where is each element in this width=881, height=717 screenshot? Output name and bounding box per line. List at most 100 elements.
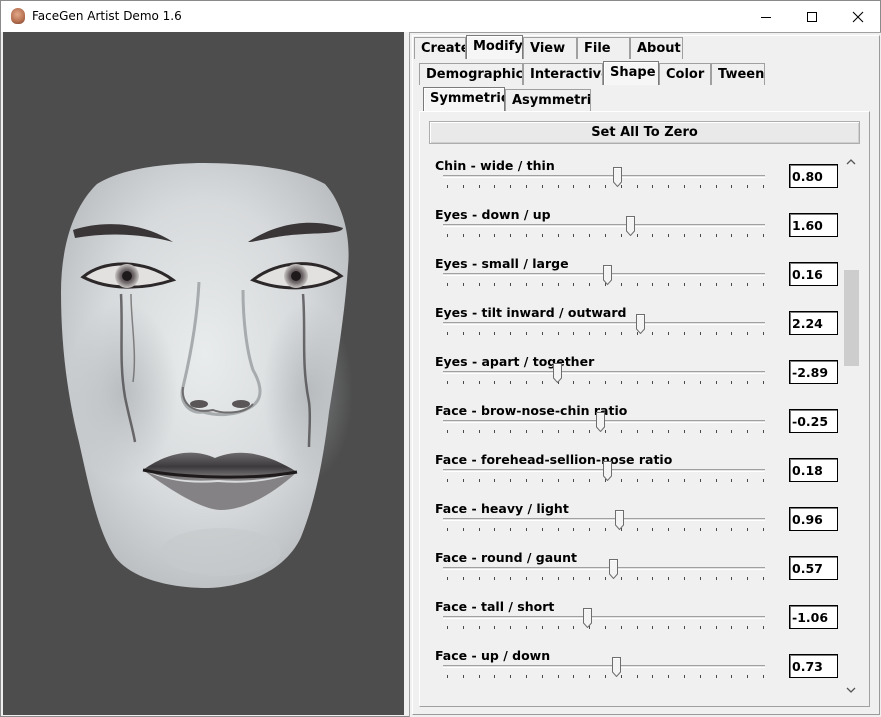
tab-symmetric[interactable]: Symmetric [423,87,505,111]
slider-value-field[interactable]: -1.06 [789,605,838,629]
slider-scrollbar[interactable] [842,147,860,699]
tab-file[interactable]: File [577,37,630,59]
slider-tick [494,430,495,433]
slider-tick [510,528,511,531]
slider-tick [700,626,701,629]
slider-tick [684,381,685,384]
slider-tick [668,626,669,629]
slider-tick [494,626,495,629]
slider-tick [621,381,622,384]
slider-thumb[interactable] [613,167,622,188]
slider-tick [494,479,495,482]
slider-tick [558,675,559,678]
slider-tick [684,185,685,188]
maximize-button[interactable] [789,1,835,32]
slider-track[interactable] [443,224,765,227]
slider-tick [447,430,448,433]
set-all-to-zero-button[interactable]: Set All To Zero [429,121,860,144]
slider-value-field[interactable]: 0.16 [789,262,838,286]
tab-interactive[interactable]: Interactive [523,63,603,85]
tab-create[interactable]: Create [414,37,466,59]
slider-track[interactable] [443,371,765,374]
tab-shape[interactable]: Shape [603,61,659,85]
slider-tick [479,430,480,433]
slider-tick [463,577,464,580]
scroll-up-button[interactable] [842,153,860,171]
slider-thumb[interactable] [609,559,618,580]
slider-tick [637,626,638,629]
slider-tick [558,479,559,482]
slider-tick [526,185,527,188]
slider-tick [573,381,574,384]
slider-tick [463,283,464,286]
slider-tick [621,283,622,286]
close-button[interactable] [835,1,881,32]
slider-tick [589,283,590,286]
slider-track[interactable] [443,616,765,619]
slider-thumb[interactable] [615,510,624,531]
tab-color-label: Color [666,67,705,82]
scroll-thumb[interactable] [844,270,859,366]
slider-thumb[interactable] [583,608,592,629]
slider-value-field[interactable]: -2.89 [789,360,838,384]
slider-track[interactable] [443,322,765,325]
slider-tick [684,626,685,629]
slider-tick [558,185,559,188]
slider-value-field[interactable]: 0.18 [789,458,838,482]
slider-value-field[interactable]: 0.96 [789,507,838,531]
tab-view[interactable]: View [523,37,577,59]
slider-thumb[interactable] [553,363,562,384]
slider-ticks [447,626,764,629]
slider-tick [589,430,590,433]
slider-value-field[interactable]: 2.24 [789,311,838,335]
slider-tick [510,626,511,629]
slider-tick [763,381,764,384]
slider-tick [542,185,543,188]
slider-value-field[interactable]: 0.80 [789,164,838,188]
tab-demographics[interactable]: Demographics [419,63,523,85]
slider-tick [479,185,480,188]
slider-track[interactable] [443,567,765,570]
slider-thumb[interactable] [596,412,605,433]
slider-value-field[interactable]: 0.57 [789,556,838,580]
slider-thumb[interactable] [603,461,612,482]
slider-track[interactable] [443,175,765,178]
tab-asymmetric[interactable]: Asymmetric [505,89,591,111]
minimize-button[interactable] [743,1,789,32]
slider-thumb[interactable] [626,216,635,237]
slider-tick [637,675,638,678]
slider-row: Eyes - apart / together -2.89 [425,354,841,403]
slider-thumb[interactable] [636,314,645,335]
slider-row: Chin - wide / thin 0.80 [425,158,841,207]
tab-modify[interactable]: Modify [466,35,523,59]
slider-value-field[interactable]: 1.60 [789,213,838,237]
tab-file-label: File [584,41,611,56]
tab-about[interactable]: About [630,37,683,59]
slider-tick [526,430,527,433]
slider-thumb[interactable] [612,657,621,678]
slider-tick [494,381,495,384]
slider-tick [621,430,622,433]
slider-value-field[interactable]: -0.25 [789,409,838,433]
slider-track[interactable] [443,665,765,668]
slider-tick [542,332,543,335]
slider-track[interactable] [443,518,765,521]
slider-tick [684,577,685,580]
slider-tick [463,479,464,482]
slider-tick [494,577,495,580]
slider-tick [747,577,748,580]
face-3d-viewport[interactable] [3,32,404,715]
tab-tween[interactable]: Tween [711,63,765,85]
slider-tick [494,234,495,237]
scroll-down-button[interactable] [842,681,860,699]
slider-tick [526,577,527,580]
slider-thumb[interactable] [603,265,612,286]
slider-tick [684,675,685,678]
face-app-icon [11,8,25,24]
tab-color[interactable]: Color [659,63,711,85]
slider-row: Face - round / gaunt 0.57 [425,550,841,599]
slider-tick [494,283,495,286]
slider-tick [621,675,622,678]
window-title: FaceGen Artist Demo 1.6 [32,9,182,23]
slider-value-field[interactable]: 0.73 [789,654,838,678]
